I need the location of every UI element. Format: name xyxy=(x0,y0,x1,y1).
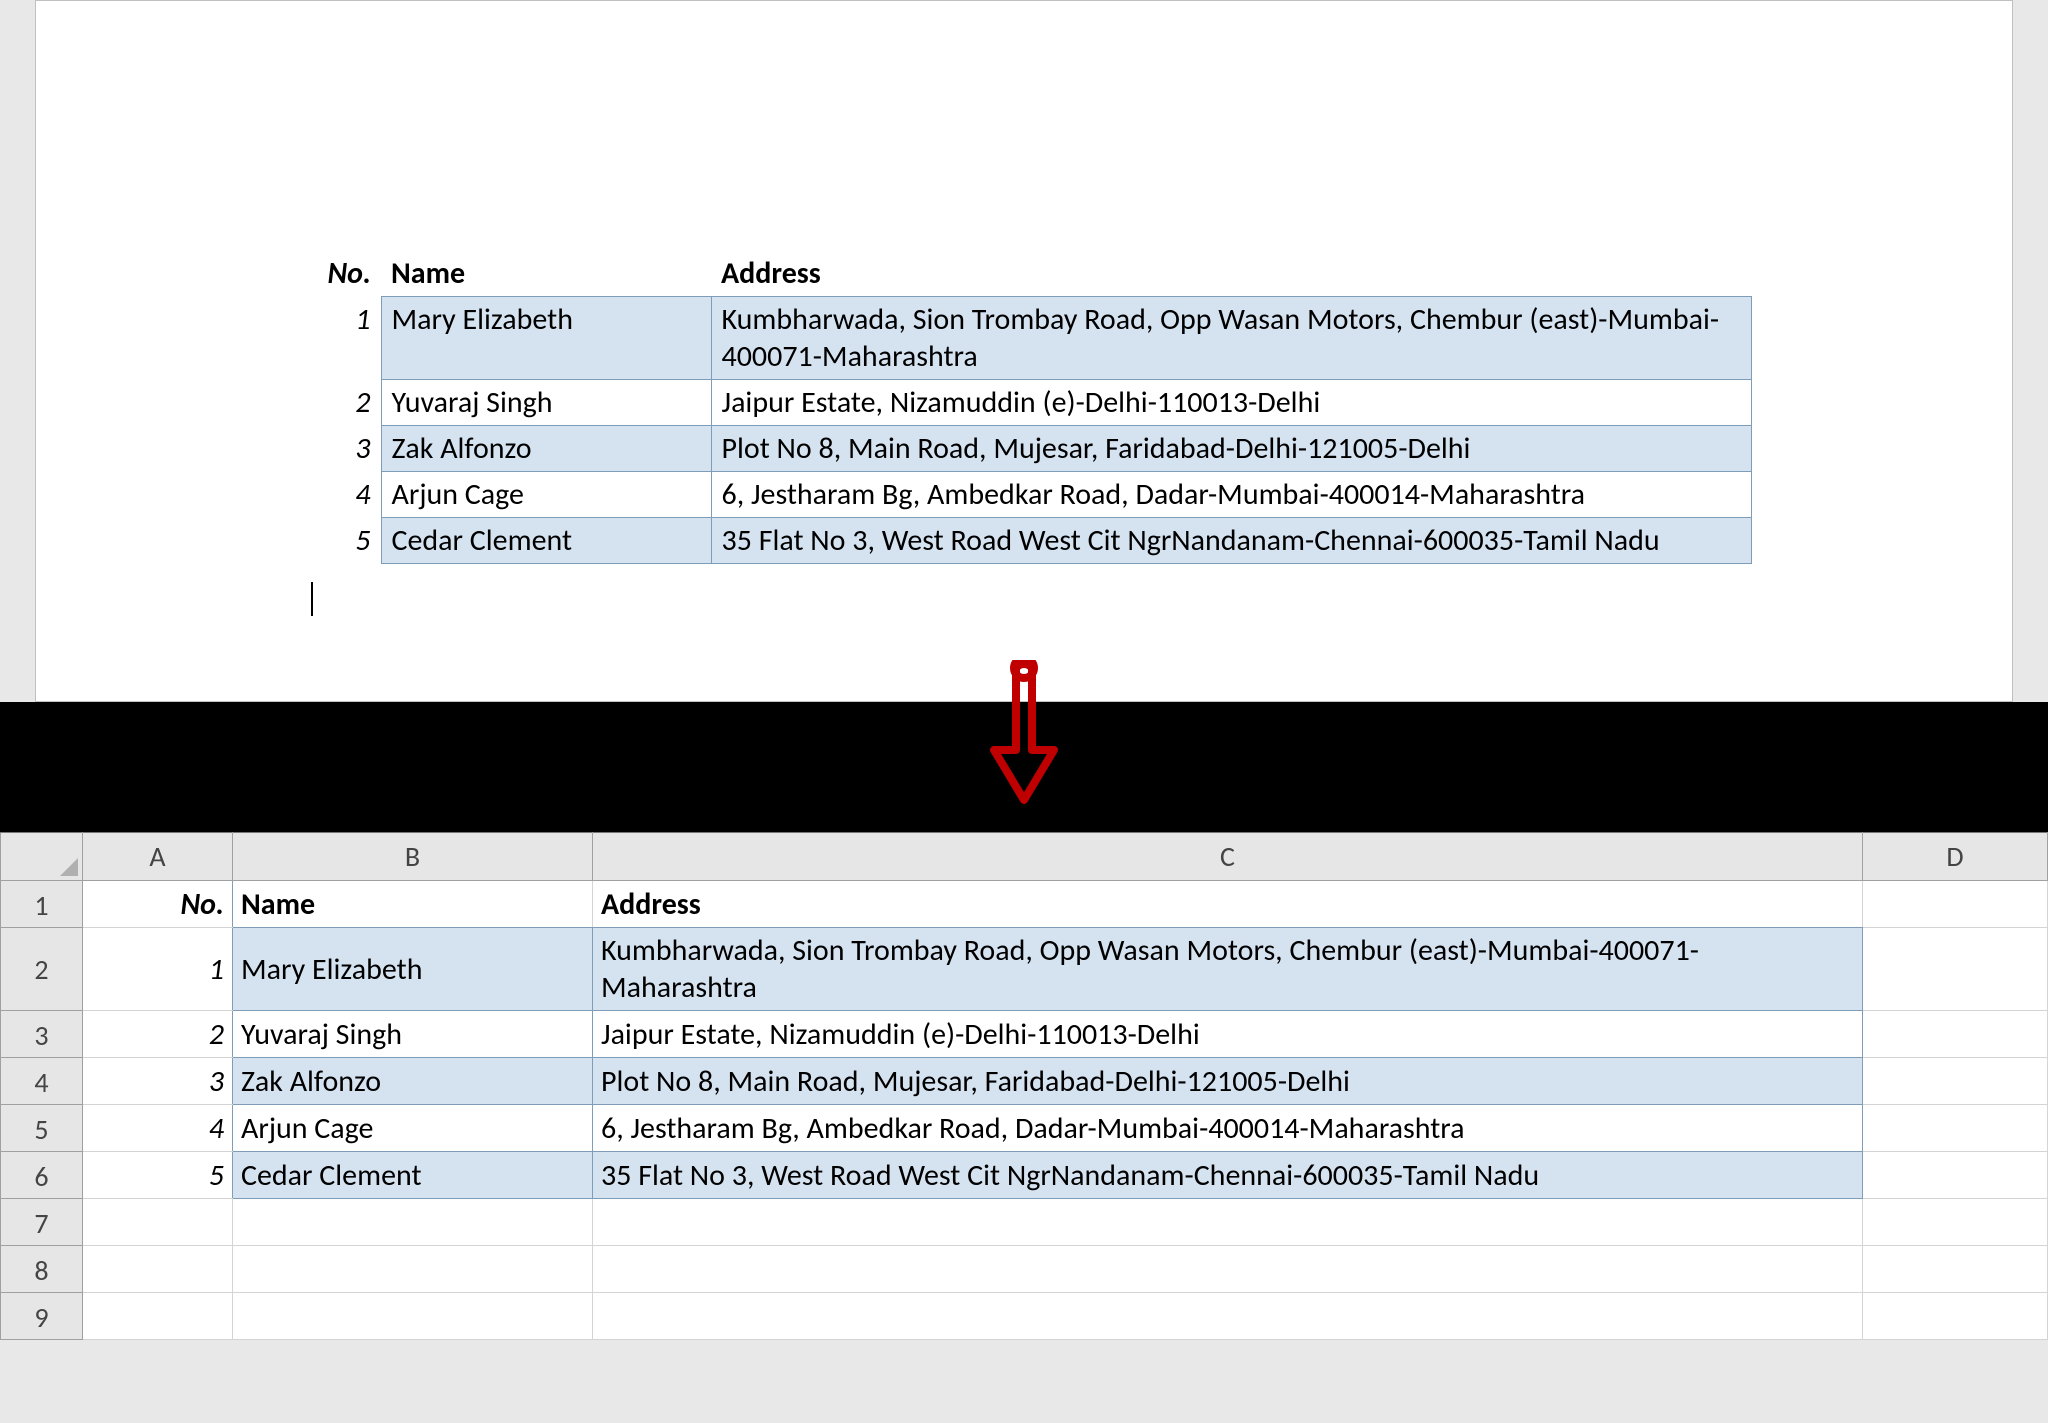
cell-c8[interactable] xyxy=(593,1246,1863,1293)
table-row: 9 xyxy=(1,1293,2048,1340)
cell-c1[interactable]: Address xyxy=(593,881,1863,928)
word-table: No. Name Address 1 Mary Elizabeth Kumbha… xyxy=(296,251,1752,564)
row-header-3[interactable]: 3 xyxy=(1,1011,83,1058)
column-header-b[interactable]: B xyxy=(233,833,593,881)
word-name-cell: Cedar Clement xyxy=(381,518,711,564)
row-header-7[interactable]: 7 xyxy=(1,1199,83,1246)
row-header-9[interactable]: 9 xyxy=(1,1293,83,1340)
cell-a8[interactable] xyxy=(83,1246,233,1293)
word-no-cell: 3 xyxy=(296,426,381,472)
excel-grid[interactable]: A B C D 1 No. Name Address 2 1 Mary Eliz… xyxy=(0,832,2048,1340)
cell-d4[interactable] xyxy=(1863,1058,2048,1105)
table-row: 1 Mary Elizabeth Kumbharwada, Sion Tromb… xyxy=(296,297,1752,380)
word-no-cell: 5 xyxy=(296,518,381,564)
table-row: 8 xyxy=(1,1246,2048,1293)
cell-c6[interactable]: 35 Flat No 3, West Road West Cit NgrNand… xyxy=(593,1152,1863,1199)
row-header-8[interactable]: 8 xyxy=(1,1246,83,1293)
word-address-cell: 35 Flat No 3, West Road West Cit NgrNand… xyxy=(711,518,1752,564)
word-header-no: No. xyxy=(296,251,381,297)
column-header-d[interactable]: D xyxy=(1863,833,2048,881)
table-row: 5 4 Arjun Cage 6, Jestharam Bg, Ambedkar… xyxy=(1,1105,2048,1152)
word-no-cell: 4 xyxy=(296,472,381,518)
select-all-button[interactable] xyxy=(1,833,83,881)
cell-b7[interactable] xyxy=(233,1199,593,1246)
table-row: 2 1 Mary Elizabeth Kumbharwada, Sion Tro… xyxy=(1,928,2048,1011)
word-name-cell: Mary Elizabeth xyxy=(381,297,711,380)
cell-d5[interactable] xyxy=(1863,1105,2048,1152)
cell-a9[interactable] xyxy=(83,1293,233,1340)
column-header-a[interactable]: A xyxy=(83,833,233,881)
word-address-cell: Jaipur Estate, Nizamuddin (e)-Delhi-1100… xyxy=(711,380,1752,426)
word-table-header-row: No. Name Address xyxy=(296,251,1752,297)
cell-b8[interactable] xyxy=(233,1246,593,1293)
cell-a3[interactable]: 2 xyxy=(83,1011,233,1058)
row-header-6[interactable]: 6 xyxy=(1,1152,83,1199)
cell-d3[interactable] xyxy=(1863,1011,2048,1058)
cell-b2[interactable]: Mary Elizabeth xyxy=(233,928,593,1011)
cell-d2[interactable] xyxy=(1863,928,2048,1011)
table-row: 3 2 Yuvaraj Singh Jaipur Estate, Nizamud… xyxy=(1,1011,2048,1058)
table-row: 5 Cedar Clement 35 Flat No 3, West Road … xyxy=(296,518,1752,564)
column-header-c[interactable]: C xyxy=(593,833,1863,881)
table-row: 2 Yuvaraj Singh Jaipur Estate, Nizamuddi… xyxy=(296,380,1752,426)
cell-a6[interactable]: 5 xyxy=(83,1152,233,1199)
row-header-1[interactable]: 1 xyxy=(1,881,83,928)
cell-a5[interactable]: 4 xyxy=(83,1105,233,1152)
cell-d7[interactable] xyxy=(1863,1199,2048,1246)
word-header-name: Name xyxy=(381,251,711,297)
word-no-cell: 2 xyxy=(296,380,381,426)
cell-a4[interactable]: 3 xyxy=(83,1058,233,1105)
cell-c4[interactable]: Plot No 8, Main Road, Mujesar, Faridabad… xyxy=(593,1058,1863,1105)
cell-b5[interactable]: Arjun Cage xyxy=(233,1105,593,1152)
word-name-cell: Zak Alfonzo xyxy=(381,426,711,472)
cell-a7[interactable] xyxy=(83,1199,233,1246)
cell-c7[interactable] xyxy=(593,1199,1863,1246)
select-all-triangle-icon xyxy=(60,858,78,876)
cell-c3[interactable]: Jaipur Estate, Nizamuddin (e)-Delhi-1100… xyxy=(593,1011,1863,1058)
text-cursor xyxy=(311,582,313,616)
table-row: 4 Arjun Cage 6, Jestharam Bg, Ambedkar R… xyxy=(296,472,1752,518)
column-header-row: A B C D xyxy=(1,833,2048,881)
arrow-divider xyxy=(0,702,2048,832)
table-row: 4 3 Zak Alfonzo Plot No 8, Main Road, Mu… xyxy=(1,1058,2048,1105)
down-arrow-icon xyxy=(982,660,1066,810)
cell-c2[interactable]: Kumbharwada, Sion Trombay Road, Opp Wasa… xyxy=(593,928,1863,1011)
cell-a2[interactable]: 1 xyxy=(83,928,233,1011)
row-header-2[interactable]: 2 xyxy=(1,928,83,1011)
row-header-4[interactable]: 4 xyxy=(1,1058,83,1105)
word-address-cell: Kumbharwada, Sion Trombay Road, Opp Wasa… xyxy=(711,297,1752,380)
document-page: No. Name Address 1 Mary Elizabeth Kumbha… xyxy=(35,0,2013,702)
table-row: 6 5 Cedar Clement 35 Flat No 3, West Roa… xyxy=(1,1152,2048,1199)
table-row: 1 No. Name Address xyxy=(1,881,2048,928)
cell-a1[interactable]: No. xyxy=(83,881,233,928)
table-row: 3 Zak Alfonzo Plot No 8, Main Road, Muje… xyxy=(296,426,1752,472)
cell-b6[interactable]: Cedar Clement xyxy=(233,1152,593,1199)
word-name-cell: Yuvaraj Singh xyxy=(381,380,711,426)
word-document-panel: No. Name Address 1 Mary Elizabeth Kumbha… xyxy=(0,0,2048,702)
excel-panel: A B C D 1 No. Name Address 2 1 Mary Eliz… xyxy=(0,832,2048,1340)
cell-b4[interactable]: Zak Alfonzo xyxy=(233,1058,593,1105)
word-no-cell: 1 xyxy=(296,297,381,380)
table-row: 7 xyxy=(1,1199,2048,1246)
cell-b1[interactable]: Name xyxy=(233,881,593,928)
word-address-cell: Plot No 8, Main Road, Mujesar, Faridabad… xyxy=(711,426,1752,472)
cell-d8[interactable] xyxy=(1863,1246,2048,1293)
cell-b3[interactable]: Yuvaraj Singh xyxy=(233,1011,593,1058)
row-header-5[interactable]: 5 xyxy=(1,1105,83,1152)
word-name-cell: Arjun Cage xyxy=(381,472,711,518)
cell-d6[interactable] xyxy=(1863,1152,2048,1199)
cell-b9[interactable] xyxy=(233,1293,593,1340)
word-address-cell: 6, Jestharam Bg, Ambedkar Road, Dadar-Mu… xyxy=(711,472,1752,518)
cell-d1[interactable] xyxy=(1863,881,2048,928)
cell-d9[interactable] xyxy=(1863,1293,2048,1340)
cell-c9[interactable] xyxy=(593,1293,1863,1340)
cell-c5[interactable]: 6, Jestharam Bg, Ambedkar Road, Dadar-Mu… xyxy=(593,1105,1863,1152)
word-header-address: Address xyxy=(711,251,1752,297)
